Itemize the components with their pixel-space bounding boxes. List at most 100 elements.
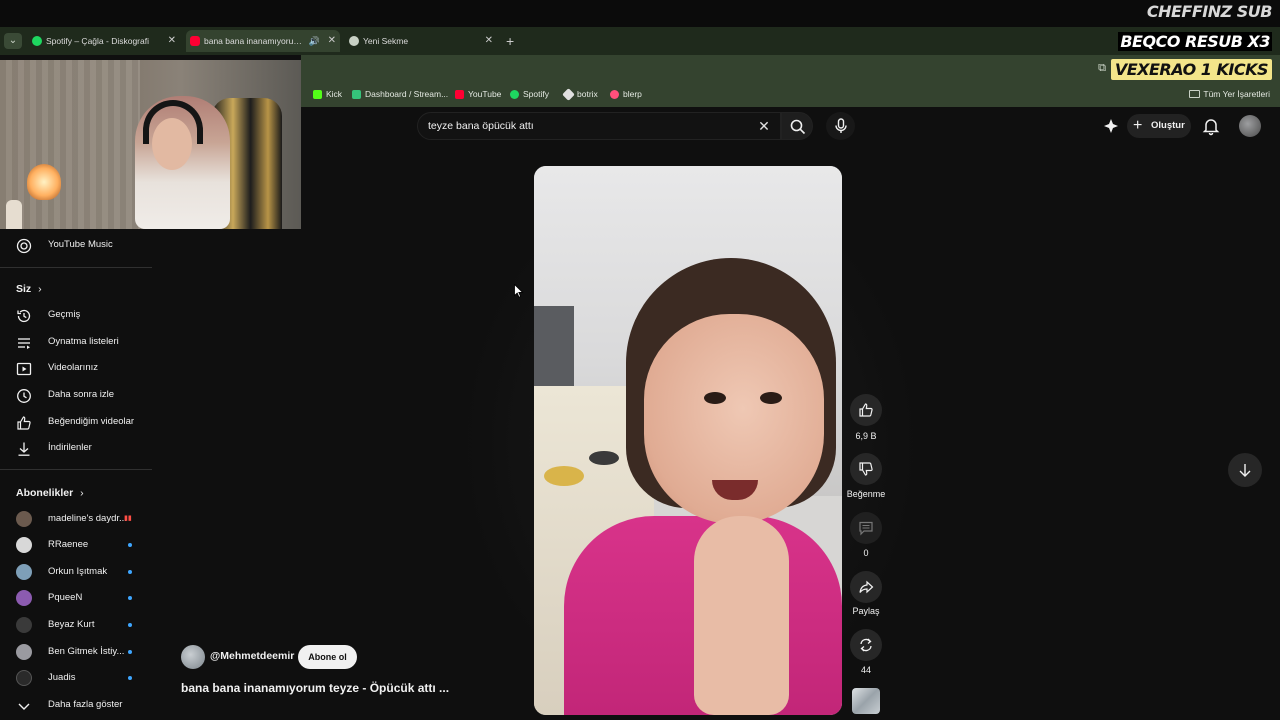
subscription-name: madeline's daydr... [48,513,127,524]
account-avatar[interactable] [1239,115,1261,137]
botrix-icon [562,88,575,101]
clear-search-icon[interactable]: ✕ [755,117,773,135]
comment-count: 0 [863,548,869,558]
tab-spotify[interactable]: Spotify – Çağla - Diskografi ✕ [28,30,180,52]
subscription-item[interactable]: Juadis [0,665,152,691]
install-app-icon[interactable]: ⧉ [1095,61,1109,75]
speaker-icon[interactable]: 🔊 [309,30,320,52]
overlay-kicks-alert: VEXERAO 1 KICKS [1110,59,1272,80]
tab-new[interactable]: Yeni Sekme ✕ [345,30,497,52]
remix-count: 44 [860,665,871,675]
remix-button[interactable] [850,629,882,661]
thumbs-up-icon [859,403,873,417]
sidebar-item-liked-videos[interactable]: Beğendiğim videolar [0,409,152,435]
dashboard-icon [352,90,361,99]
like-button[interactable] [850,394,882,426]
plus-icon: + [1133,117,1143,134]
sidebar-divider [0,267,152,268]
bookmark-botrix[interactable]: botrix [562,88,598,101]
spotify-icon [510,90,519,99]
chevron-down-icon [18,703,30,710]
sidebar-item-label: İndirilenler [48,442,92,453]
sidebar-divider [0,469,152,470]
bookmark-kick[interactable]: Kick [313,88,342,101]
kick-icon [313,90,322,99]
subscription-item[interactable]: Orkun Işıtmak [0,559,152,585]
bookmark-youtube[interactable]: YouTube [455,88,501,101]
subscription-item[interactable]: Ben Gitmek İstiy... [0,639,152,665]
subscribe-button[interactable]: Abone ol [298,645,357,669]
subscriptions-heading[interactable]: Abonelikler › [16,487,84,499]
liked-videos-icon [17,416,31,430]
chrome-icon [349,36,359,46]
close-icon[interactable]: ✕ [328,30,336,52]
voice-search-button[interactable] [826,112,855,140]
bookmark-spotify[interactable]: Spotify [510,88,549,101]
chevron-right-icon: › [80,487,84,499]
bookmark-dashboard[interactable]: Dashboard / Stream... [352,88,448,101]
sidebar: YouTube Music Siz › Geçmiş Oynatma liste… [0,229,160,720]
video-child-hand [694,516,789,715]
channel-avatar [16,537,32,553]
subscription-item[interactable]: PqueeN [0,585,152,611]
video-child-eye [704,392,726,404]
video-bed-pattern [544,466,584,486]
subscriptions-heading-label: Abonelikler [16,487,74,499]
subscription-item[interactable]: Beyaz Kurt [0,612,152,638]
thumbs-down-icon [859,462,873,476]
bookmark-blerp[interactable]: blerp [610,88,642,101]
mouse-cursor-icon [514,284,524,298]
you-heading-label: Siz [16,283,32,295]
sidebar-item-playlists[interactable]: Oynatma listeleri [0,329,152,355]
show-more-button[interactable]: Daha fazla göster [0,692,152,718]
subscription-name: Beyaz Kurt [48,619,95,630]
close-icon[interactable]: ✕ [485,30,493,52]
tab-search-chevron-icon[interactable]: ⌄ [4,33,22,49]
bookmarks-bar: Kick Dashboard / Stream... YouTube Spoti… [301,82,1280,107]
sidebar-item-history[interactable]: Geçmiş [0,302,152,328]
new-content-dot [128,543,132,547]
subscription-name: PqueeN [48,592,83,603]
share-button[interactable] [850,571,882,603]
playlists-icon [18,338,30,349]
bookmark-label: botrix [577,89,598,99]
audio-source-thumbnail[interactable] [852,688,880,714]
bookmark-label: Dashboard / Stream... [365,89,449,99]
sidebar-item-youtube-music[interactable]: YouTube Music [0,232,152,258]
channel-avatar[interactable] [181,645,205,669]
sidebar-item-label: Geçmiş [48,309,81,320]
sparkle-icon[interactable] [1101,116,1121,136]
create-button[interactable]: + Oluştur [1127,114,1191,138]
channel-avatar [16,644,32,660]
next-short-button[interactable] [1228,453,1262,487]
you-section-heading[interactable]: Siz › [16,283,42,295]
new-tab-button[interactable]: + [506,30,514,52]
youtube-icon [455,90,464,99]
subscription-item[interactable]: madeline's daydr... ▮▮ [0,506,152,532]
channel-avatar [16,590,32,606]
show-more-label: Daha fazla göster [48,699,123,710]
all-bookmarks-button[interactable]: Tüm Yer İşaretleri [1189,88,1270,101]
watch-later-icon [17,389,31,403]
search-button[interactable] [781,112,813,140]
subscription-item[interactable]: RRaenee [0,532,152,558]
shorts-video-player[interactable] [534,166,842,715]
sidebar-item-watch-later[interactable]: Daha sonra izle [0,382,152,408]
youtube-icon [190,36,200,46]
sidebar-item-label: Oynatma listeleri [48,336,119,347]
share-icon [859,580,874,594]
notifications-bell-icon[interactable] [1201,116,1221,136]
dislike-button[interactable] [850,453,882,485]
comments-button[interactable] [850,512,882,544]
tab-title: Yeni Sekme [363,36,409,46]
tab-youtube[interactable]: bana bana inanamıyorum te... 🔊 ✕ [186,30,340,52]
channel-name[interactable]: @Mehmetdeemir [210,650,294,662]
subscription-name: Juadis [48,672,76,683]
live-indicator-icon: ▮▮ [124,515,132,522]
sidebar-item-downloads[interactable]: İndirilenler [0,435,152,461]
close-icon[interactable]: ✕ [168,30,176,52]
sidebar-item-label: Videolarınız [48,362,98,373]
short-title[interactable]: bana bana inanamıyorum teyze - Öpücük at… [181,681,449,695]
sidebar-item-your-videos[interactable]: Videolarınız [0,355,152,381]
sidebar-item-label: Daha sonra izle [48,389,115,400]
